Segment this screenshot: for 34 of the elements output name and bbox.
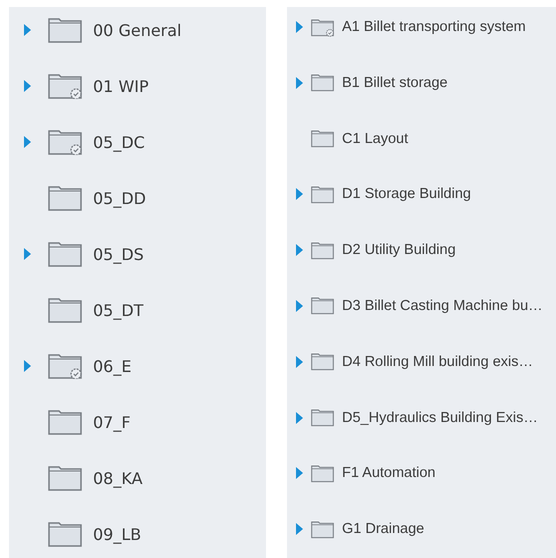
expand-caret-icon[interactable] bbox=[296, 188, 303, 200]
expand-caret-icon[interactable] bbox=[296, 412, 303, 424]
expand-caret-icon[interactable] bbox=[296, 523, 303, 536]
folder-name[interactable]: F1 Automation bbox=[342, 465, 436, 482]
folder-name[interactable]: 05_DD bbox=[93, 188, 146, 208]
expand-caret-icon[interactable] bbox=[24, 136, 31, 148]
folder-name[interactable]: 07_F bbox=[93, 412, 131, 432]
expand-caret-icon[interactable] bbox=[24, 360, 31, 372]
folder-name[interactable]: 05_DC bbox=[93, 132, 145, 152]
folder-name[interactable]: 06_E bbox=[93, 356, 132, 376]
folder-name[interactable]: 01 WIP bbox=[93, 76, 149, 96]
folder-name[interactable]: G1 Drainage bbox=[342, 521, 424, 538]
folder-name[interactable]: A1 Billet transporting system bbox=[342, 19, 526, 35]
expand-caret-icon[interactable] bbox=[296, 244, 303, 256]
expand-caret-icon[interactable] bbox=[24, 248, 31, 260]
expand-caret-icon[interactable] bbox=[296, 356, 303, 368]
folder-name[interactable]: D3 Billet Casting Machine bu… bbox=[342, 298, 543, 314]
expand-caret-icon[interactable] bbox=[24, 80, 31, 92]
folder-name[interactable]: 09_LB bbox=[93, 524, 142, 544]
folder-name[interactable]: D4 Rolling Mill building exis… bbox=[342, 354, 533, 370]
folder-name[interactable]: D2 Utility Building bbox=[342, 242, 456, 258]
folder-name[interactable]: 05_DT bbox=[93, 300, 144, 320]
expand-caret-icon[interactable] bbox=[296, 467, 303, 480]
expand-caret-icon[interactable] bbox=[296, 76, 303, 89]
folder-name[interactable]: 00 General bbox=[93, 20, 182, 40]
folder-name[interactable]: D5_Hydraulics Building Exis… bbox=[342, 410, 538, 426]
folder-name[interactable]: C1 Layout bbox=[342, 130, 408, 147]
folder-name[interactable]: D1 Storage Building bbox=[342, 186, 471, 202]
expand-caret-icon[interactable] bbox=[296, 300, 303, 312]
folder-name[interactable]: B1 Billet storage bbox=[342, 74, 448, 91]
folder-name[interactable]: 08_KA bbox=[93, 468, 143, 488]
folder-name[interactable]: 05_DS bbox=[93, 244, 144, 264]
expand-caret-icon[interactable] bbox=[24, 24, 31, 36]
expand-caret-icon[interactable] bbox=[296, 21, 303, 33]
